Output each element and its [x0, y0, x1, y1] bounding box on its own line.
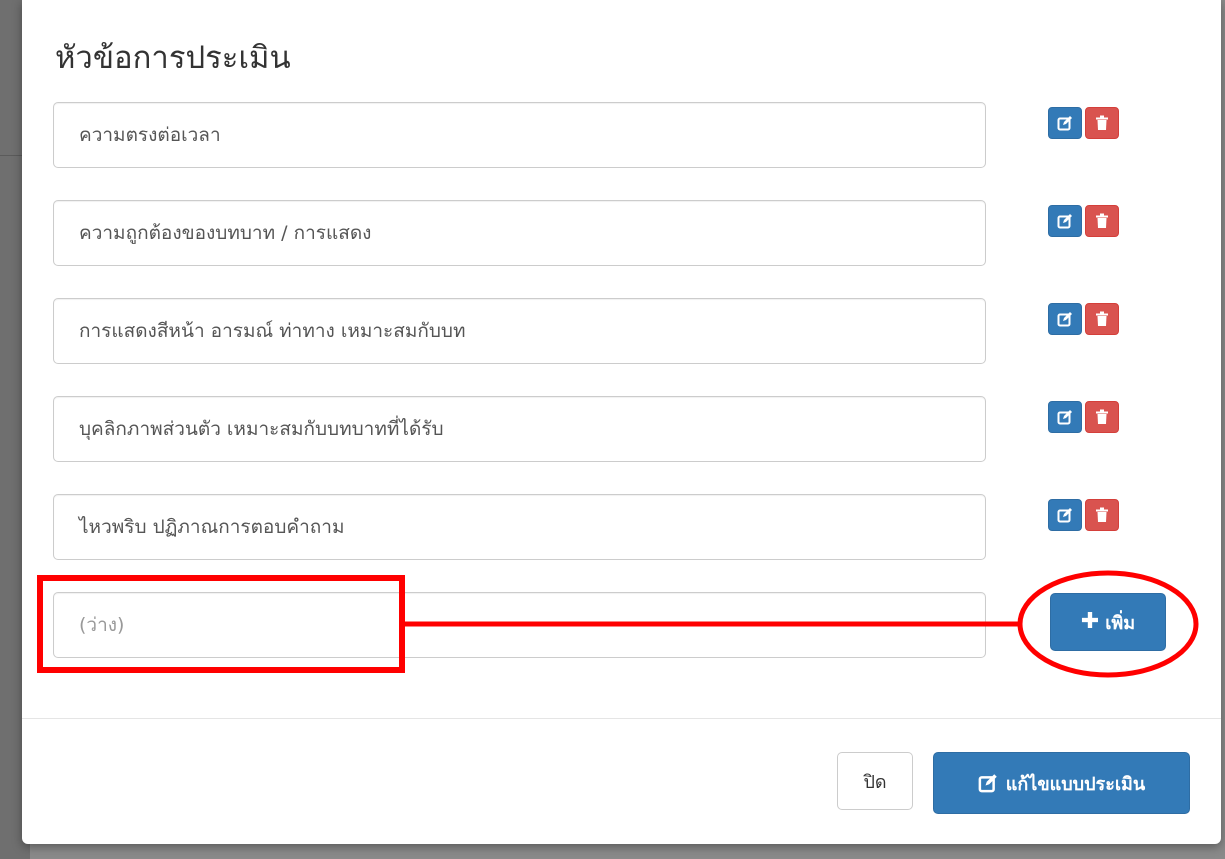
edit-icon: [978, 774, 997, 793]
criteria-field[interactable]: บุคลิกภาพส่วนตัว เหมาะสมกับบทบาทที่ได้รั…: [53, 396, 986, 462]
criteria-field[interactable]: ไหวพริบ ปฏิภาณการตอบคำถาม: [53, 494, 986, 560]
edit-icon: [1057, 410, 1072, 425]
save-button-label: แก้ไขแบบประเมิน: [1005, 773, 1146, 795]
delete-button[interactable]: [1085, 205, 1119, 237]
trash-icon: [1096, 311, 1108, 326]
edit-button[interactable]: [1048, 107, 1082, 139]
delete-button[interactable]: [1085, 499, 1119, 531]
criteria-row: ไหวพริบ ปฏิภาณการตอบคำถาม: [22, 494, 1221, 562]
criteria-field[interactable]: การแสดงสีหน้า อารมณ์ ท่าทาง เหมาะสมกับบท: [53, 298, 986, 364]
add-button[interactable]: ✚ เพิ่ม: [1050, 593, 1166, 651]
trash-icon: [1096, 507, 1108, 522]
save-evaluation-button[interactable]: แก้ไขแบบประเมิน: [933, 752, 1190, 814]
section-title: หัวข้อการประเมิน: [55, 40, 291, 76]
edit-button[interactable]: [1048, 303, 1082, 335]
close-button-label: ปิด: [863, 771, 887, 793]
trash-icon: [1096, 409, 1108, 424]
criteria-field[interactable]: ความตรงต่อเวลา: [53, 102, 986, 168]
new-criteria-input[interactable]: (ว่าง): [53, 592, 986, 658]
edit-icon: [1057, 214, 1072, 229]
edit-icon: [1057, 312, 1072, 327]
criteria-row: ความตรงต่อเวลา: [22, 102, 1221, 170]
edit-button[interactable]: [1048, 401, 1082, 433]
close-button[interactable]: ปิด: [837, 752, 913, 810]
new-criteria-row: (ว่าง): [22, 592, 1221, 660]
plus-icon: ✚: [1080, 609, 1100, 634]
criteria-field[interactable]: ความถูกต้องของบทบาท / การแสดง: [53, 200, 986, 266]
footer-divider: [22, 718, 1221, 719]
edit-button[interactable]: [1048, 499, 1082, 531]
criteria-row: การแสดงสีหน้า อารมณ์ ท่าทาง เหมาะสมกับบท: [22, 298, 1221, 366]
delete-button[interactable]: [1085, 401, 1119, 433]
edit-icon: [1057, 116, 1072, 131]
criteria-row: ความถูกต้องของบทบาท / การแสดง: [22, 200, 1221, 268]
delete-button[interactable]: [1085, 107, 1119, 139]
delete-button[interactable]: [1085, 303, 1119, 335]
edit-button[interactable]: [1048, 205, 1082, 237]
edit-evaluation-modal: หัวข้อการประเมิน ความตรงต่อเวลา ความถูกต…: [22, 0, 1221, 844]
trash-icon: [1096, 115, 1108, 130]
add-button-label: เพิ่ม: [1105, 612, 1136, 634]
criteria-row: บุคลิกภาพส่วนตัว เหมาะสมกับบทบาทที่ได้รั…: [22, 396, 1221, 464]
trash-icon: [1096, 213, 1108, 228]
edit-icon: [1057, 508, 1072, 523]
